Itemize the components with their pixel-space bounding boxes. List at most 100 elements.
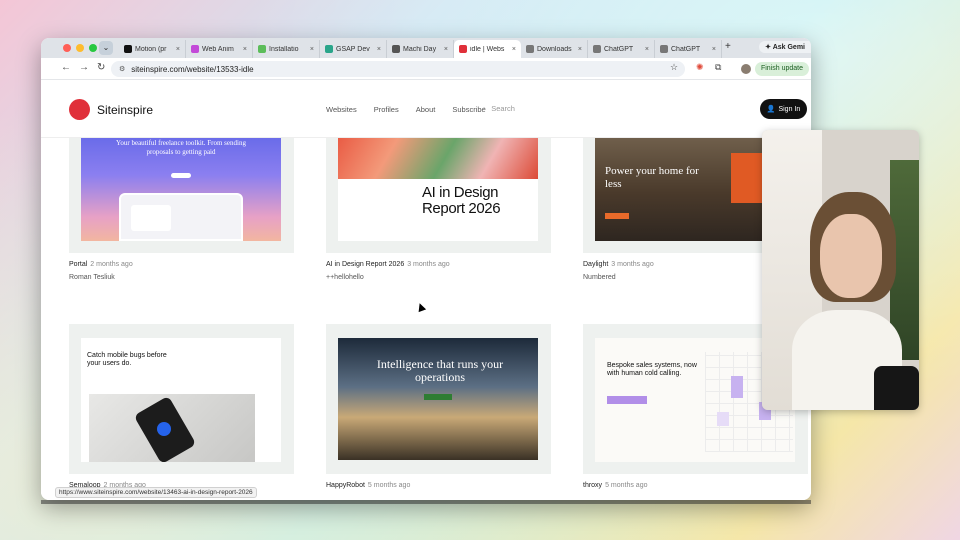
tab-close-icon[interactable]: × — [712, 46, 716, 53]
finish-update-button[interactable]: Finish update — [754, 62, 809, 76]
ask-gemini-button[interactable]: ✦ Ask Gemi — [759, 41, 811, 53]
semaloop-hero-text: Catch mobile bugs before your users do. — [87, 352, 167, 367]
search-icon: ⌕ — [482, 104, 487, 113]
url-text: siteinspire.com/website/13533-idle — [131, 64, 254, 74]
reload-icon[interactable]: ↻ — [97, 62, 105, 73]
tab-favicon-icon — [392, 45, 400, 53]
tab-close-icon[interactable]: × — [377, 46, 381, 53]
site-search[interactable]: ⌕ Search — [482, 104, 515, 114]
tab-close-icon[interactable]: × — [578, 46, 582, 53]
browser-tab[interactable]: Web Anim × — [186, 40, 253, 58]
site-logo-text[interactable]: Siteinspire — [97, 103, 153, 117]
ai-report-screenshot: AI in Design Report 2026 — [338, 121, 538, 241]
tab-label: Web Anim — [202, 45, 234, 53]
link-status-bar: https://www.siteinspire.com/website/1346… — [55, 487, 257, 498]
tab-favicon-icon — [325, 45, 333, 53]
card-portal[interactable]: Your beautiful freelance toolkit. From s… — [69, 121, 294, 281]
tab-label: Machi Day — [403, 45, 437, 53]
profile-avatar[interactable] — [741, 64, 751, 74]
card-title[interactable]: Portal — [69, 261, 87, 268]
extension-icon[interactable]: ✺ — [696, 62, 704, 73]
zoom-window-button[interactable] — [89, 44, 97, 52]
tab-close-icon[interactable]: × — [176, 46, 180, 53]
search-placeholder: Search — [491, 104, 515, 113]
new-tab-button[interactable]: + — [725, 41, 731, 52]
card-date: 5 months ago — [367, 482, 411, 489]
back-arrow-icon[interactable]: ← — [61, 62, 71, 73]
tab-label: idle | Webs — [470, 45, 505, 53]
webcam-overlay — [762, 130, 919, 410]
card-ai-in-design[interactable]: AI in Design Report 2026 AI in Design Re… — [326, 121, 551, 281]
tab-strip: Motion (pr × Web Anim × Installatio × GSAP Dev… — [119, 40, 722, 58]
nav-about[interactable]: About — [416, 105, 436, 114]
semaloop-phone-photo — [89, 394, 255, 462]
card-happyrobot[interactable]: Intelligence that runs your operations H… — [326, 324, 551, 489]
throxy-cta — [607, 396, 647, 404]
address-bar[interactable]: ⚙ siteinspire.com/website/13533-idle — [111, 61, 685, 77]
siteinspire-logo-icon[interactable] — [69, 99, 90, 120]
chevron-down-icon: ⌄ — [102, 43, 110, 52]
browser-tab[interactable]: Installatio × — [253, 40, 320, 58]
happyrobot-hero-text: Intelligence that runs your operations — [376, 357, 504, 384]
card-title[interactable]: throxy — [583, 482, 602, 489]
card-author[interactable]: Roman Tesliuk — [69, 274, 294, 281]
tab-favicon-icon — [124, 45, 132, 53]
window-controls — [63, 44, 97, 52]
tab-close-icon[interactable]: × — [645, 46, 649, 53]
portal-cta — [171, 173, 191, 178]
tab-favicon-icon — [660, 45, 668, 53]
semaloop-screenshot: Catch mobile bugs before your users do. — [81, 338, 281, 462]
extensions-puzzle-icon[interactable]: ⧉ — [715, 62, 721, 73]
browser-tab[interactable]: ChatGPT × — [588, 40, 655, 58]
tab-close-icon[interactable]: × — [243, 46, 247, 53]
card-thumbnail[interactable]: Your beautiful freelance toolkit. From s… — [69, 121, 294, 253]
minimize-window-button[interactable] — [76, 44, 84, 52]
bookmark-star-icon[interactable]: ☆ — [670, 62, 678, 73]
tab-label: Installatio — [269, 45, 299, 53]
site-menu: Websites Profiles About Subscribe — [326, 105, 486, 114]
tab-close-icon[interactable]: × — [444, 46, 448, 53]
tab-close-icon[interactable]: × — [310, 46, 314, 53]
card-title[interactable]: HappyRobot — [326, 482, 365, 489]
site-info-icon[interactable]: ⚙ — [119, 65, 125, 73]
card-thumbnail[interactable]: AI in Design Report 2026 — [326, 121, 551, 253]
card-meta: throxy 5 months ago — [583, 482, 808, 489]
browser-tab[interactable]: ChatGPT × — [655, 40, 722, 58]
card-semaloop[interactable]: Catch mobile bugs before your users do. … — [69, 324, 294, 489]
happyrobot-cta — [424, 394, 452, 400]
card-thumbnail[interactable]: Intelligence that runs your operations — [326, 324, 551, 474]
ai-report-title: AI in Design Report 2026 — [422, 184, 501, 217]
nav-websites[interactable]: Websites — [326, 105, 357, 114]
daylight-cta — [605, 213, 629, 219]
tab-label: Downloads — [537, 45, 572, 53]
tab-bar: ⌄ Motion (pr × Web Anim × Installatio × GSAP D… — [41, 38, 811, 58]
close-window-button[interactable] — [63, 44, 71, 52]
card-author[interactable]: ++hellohello — [326, 274, 551, 281]
happyrobot-screenshot: Intelligence that runs your operations — [338, 338, 538, 460]
page-viewport: Your beautiful freelance toolkit. From s… — [41, 80, 811, 500]
card-title[interactable]: Daylight — [583, 261, 608, 268]
nav-profiles[interactable]: Profiles — [374, 105, 399, 114]
browser-tab[interactable]: idle | Webs × — [454, 40, 521, 58]
browser-tab[interactable]: Downloads × — [521, 40, 588, 58]
portal-hero-text: Your beautiful freelance toolkit. From s… — [116, 139, 246, 156]
tab-close-icon[interactable]: × — [512, 46, 516, 53]
card-meta: HappyRobot 5 months ago — [326, 482, 551, 489]
browser-tab[interactable]: GSAP Dev × — [320, 40, 387, 58]
throxy-hero-text: Bespoke sales systems, now with human co… — [607, 362, 697, 377]
card-title[interactable]: AI in Design Report 2026 — [326, 261, 404, 268]
card-date: 3 months ago — [611, 261, 654, 268]
card-meta: AI in Design Report 2026 3 months ago — [326, 261, 551, 268]
browser-tab[interactable]: Machi Day × — [387, 40, 454, 58]
site-header: Siteinspire Websites Profiles About Subs… — [41, 80, 811, 138]
nav-subscribe[interactable]: Subscribe — [452, 105, 485, 114]
webcam-microphone — [874, 366, 919, 410]
tab-favicon-icon — [593, 45, 601, 53]
forward-arrow-icon[interactable]: → — [79, 62, 89, 73]
sign-in-button[interactable]: 👤 Sign In — [760, 99, 807, 119]
tab-search-button[interactable]: ⌄ — [99, 41, 113, 55]
card-thumbnail[interactable]: Catch mobile bugs before your users do. — [69, 324, 294, 474]
browser-tab[interactable]: Motion (pr × — [119, 40, 186, 58]
browser-window: ⌄ Motion (pr × Web Anim × Installatio × GSAP D… — [41, 38, 811, 500]
tab-favicon-icon — [191, 45, 199, 53]
